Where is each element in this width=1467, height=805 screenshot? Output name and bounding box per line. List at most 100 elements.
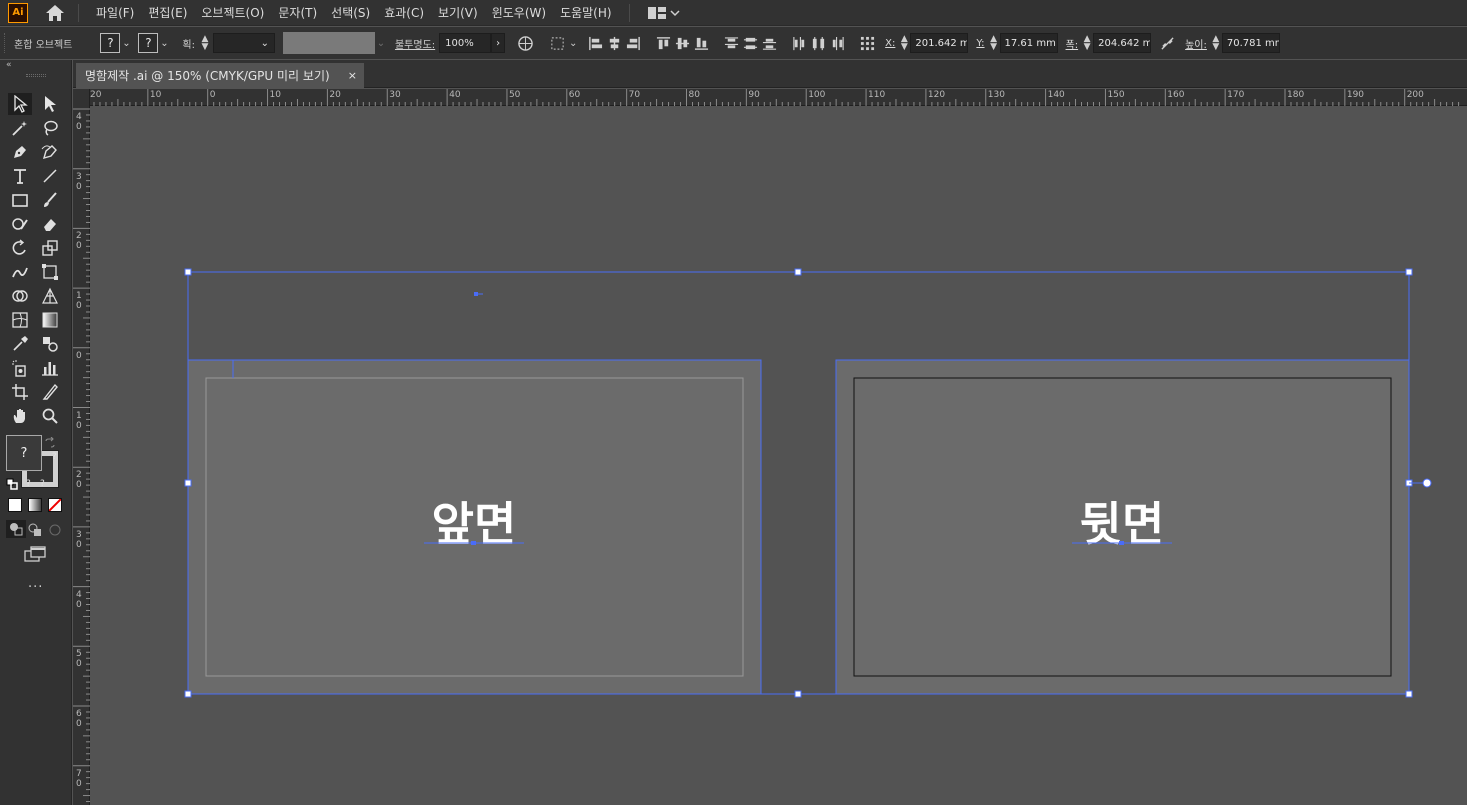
workspace-switcher[interactable] xyxy=(647,6,680,19)
horizontal-ruler[interactable]: 20 10 0 10 20 30 40 50 60 70 80 90 100 110 120 130 140 15… xyxy=(90,89,1467,106)
eyedropper-tool-icon[interactable] xyxy=(8,333,32,355)
align-to-icon[interactable] xyxy=(549,34,566,52)
chevron-down-icon[interactable]: ⌄ xyxy=(120,38,132,49)
magic-wand-tool-icon[interactable] xyxy=(8,117,32,139)
fill-swatch[interactable]: ? xyxy=(6,435,42,471)
chevron-down-icon[interactable]: ⌄ xyxy=(567,38,579,49)
scale-tool-icon[interactable] xyxy=(38,237,62,259)
width-stepper[interactable]: ▲ ▼ xyxy=(1081,35,1093,52)
zoom-tool-icon[interactable] xyxy=(38,405,62,427)
curvature-tool-icon[interactable] xyxy=(38,141,62,163)
height-field[interactable]: 70.781 mm xyxy=(1221,33,1280,53)
variable-width-profile[interactable] xyxy=(282,32,375,54)
perspective-grid-tool-icon[interactable] xyxy=(38,285,62,307)
line-tool-icon[interactable] xyxy=(38,165,62,187)
gradient-tool-icon[interactable] xyxy=(38,309,62,331)
distribute-right-icon[interactable] xyxy=(829,34,846,52)
draw-behind-icon[interactable] xyxy=(28,522,42,541)
y-field[interactable]: 17.61 mm xyxy=(999,33,1058,53)
shaper-tool-icon[interactable] xyxy=(8,213,32,235)
rotate-tool-icon[interactable] xyxy=(8,237,32,259)
color-mode-icon[interactable] xyxy=(8,498,22,512)
type-tool-icon[interactable] xyxy=(8,165,32,187)
opacity-label[interactable]: 불투명도: xyxy=(395,36,435,51)
menu-type[interactable]: 문자(T) xyxy=(271,4,324,21)
gradient-mode-icon[interactable] xyxy=(28,498,42,512)
canvas[interactable]: 앞면 뒷면 xyxy=(91,107,1467,805)
document-tab[interactable]: 명함제작 .ai @ 150% (CMYK/GPU 미리 보기) × xyxy=(76,63,364,88)
toolbox-grip[interactable] xyxy=(26,74,46,77)
x-field[interactable]: 201.642 m xyxy=(910,33,969,53)
align-hcenter-icon[interactable] xyxy=(606,34,623,52)
draw-normal-icon[interactable] xyxy=(6,520,26,538)
default-fill-stroke-icon[interactable] xyxy=(6,475,18,494)
distribute-vcenter-icon[interactable] xyxy=(742,34,759,52)
stroke-swatch[interactable]: ? xyxy=(138,33,159,53)
distribute-bottom-icon[interactable] xyxy=(761,34,778,52)
vertical-ruler[interactable]: 40 30 20 10 0 10 20 30 40 50 60 70 xyxy=(73,89,90,805)
selection-tool-icon[interactable] xyxy=(8,93,32,115)
paintbrush-tool-icon[interactable] xyxy=(38,189,62,211)
stroke-weight-field[interactable]: ⌄ xyxy=(212,33,275,53)
width-field[interactable]: 204.642 m xyxy=(1093,33,1152,53)
distribute-left-icon[interactable] xyxy=(791,34,808,52)
align-bottom-icon[interactable] xyxy=(693,34,710,52)
menu-window[interactable]: 윈도우(W) xyxy=(485,4,553,21)
direct-selection-tool-icon[interactable] xyxy=(38,93,62,115)
align-vcenter-icon[interactable] xyxy=(674,34,691,52)
toolbox-collapse-icon[interactable]: « xyxy=(0,60,71,80)
symbol-sprayer-tool-icon[interactable] xyxy=(8,357,32,379)
menu-effect[interactable]: 효과(C) xyxy=(377,4,431,21)
shape-builder-tool-icon[interactable] xyxy=(8,285,32,307)
home-icon[interactable] xyxy=(42,2,68,24)
menu-object[interactable]: 오브젝트(O) xyxy=(194,4,271,21)
close-icon[interactable]: × xyxy=(348,69,357,82)
hand-tool-icon[interactable] xyxy=(8,405,32,427)
mesh-tool-icon[interactable] xyxy=(8,309,32,331)
height-stepper[interactable]: ▲ ▼ xyxy=(1210,35,1222,52)
menu-help[interactable]: 도움말(H) xyxy=(553,4,619,21)
rotate-handle[interactable] xyxy=(1422,478,1432,488)
opacity-arrow[interactable]: › xyxy=(491,33,506,53)
menu-select[interactable]: 선택(S) xyxy=(324,4,377,21)
recolor-artwork-icon[interactable] xyxy=(517,34,534,52)
app-logo: Ai xyxy=(8,2,28,23)
chevron-down-icon: ⌄ xyxy=(376,37,386,49)
opacity-field[interactable]: 100% xyxy=(439,33,492,53)
reference-point-icon[interactable] xyxy=(859,34,876,52)
constrain-proportions-icon[interactable] xyxy=(1159,34,1176,52)
draw-inside-icon[interactable] xyxy=(48,522,62,541)
distribute-hcenter-icon[interactable] xyxy=(810,34,827,52)
align-top-icon[interactable] xyxy=(655,34,672,52)
menu-edit[interactable]: 편집(E) xyxy=(141,4,194,21)
menu-file[interactable]: 파일(F) xyxy=(89,4,141,21)
slice-tool-icon[interactable] xyxy=(38,381,62,403)
x-stepper[interactable]: ▲ ▼ xyxy=(898,35,910,52)
align-left-icon[interactable] xyxy=(587,34,604,52)
stroke-stepper[interactable]: ▲ ▼ xyxy=(199,35,211,52)
screen-mode-icon[interactable] xyxy=(24,546,46,566)
eraser-tool-icon[interactable] xyxy=(38,213,62,235)
distribute-top-icon[interactable] xyxy=(723,34,740,52)
ruler-label: 40 xyxy=(76,589,82,610)
chevron-down-icon[interactable]: ⌄ xyxy=(158,38,170,49)
ruler-label: 50 xyxy=(508,90,521,100)
y-stepper[interactable]: ▲ ▼ xyxy=(988,35,1000,52)
artboard-tool-icon[interactable] xyxy=(8,381,32,403)
menu-view[interactable]: 보기(V) xyxy=(431,4,485,21)
ruler-label: 70 xyxy=(76,768,82,789)
document-tab-bar: 명함제작 .ai @ 150% (CMYK/GPU 미리 보기) × xyxy=(73,60,1467,88)
pen-tool-icon[interactable] xyxy=(8,141,32,163)
none-mode-icon[interactable] xyxy=(48,498,62,512)
rectangle-tool-icon[interactable] xyxy=(8,189,32,211)
warp-tool-icon[interactable] xyxy=(8,261,32,283)
free-transform-tool-icon[interactable] xyxy=(38,261,62,283)
fill-swatch[interactable]: ? xyxy=(100,33,121,53)
chevron-down-icon: ⌄ xyxy=(260,37,269,49)
more-tools-icon[interactable]: ... xyxy=(28,576,43,591)
lasso-tool-icon[interactable] xyxy=(38,117,62,139)
align-right-icon[interactable] xyxy=(625,34,642,52)
blend-tool-icon[interactable] xyxy=(38,333,62,355)
ruler-label: 100 xyxy=(808,90,826,100)
column-graph-tool-icon[interactable] xyxy=(38,357,62,379)
